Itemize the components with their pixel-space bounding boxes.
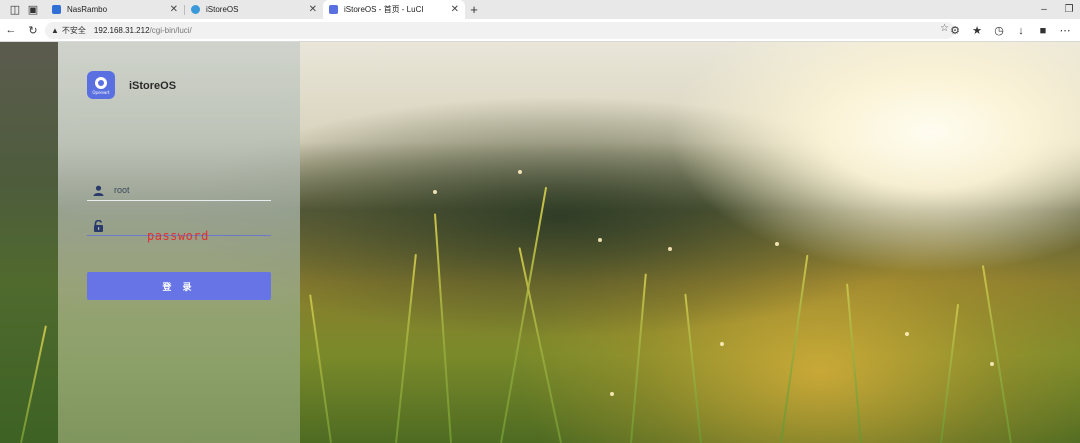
tab-favicon-icon [52, 5, 61, 14]
grass-blade [981, 265, 1012, 443]
close-tab-icon[interactable]: ✕ [309, 4, 317, 15]
grass-blade [780, 254, 809, 443]
background-left [0, 42, 58, 443]
tab-istoreos[interactable]: iStoreOS ✕ [185, 0, 323, 19]
username-value: root [114, 185, 130, 195]
tab-title: iStoreOS - 首页 - LuCI [344, 5, 424, 14]
tab-favicon-icon [329, 5, 338, 14]
grass-blade [395, 253, 417, 443]
grass-blade [940, 303, 960, 443]
username-underline [87, 200, 271, 201]
grass-blade [433, 213, 452, 443]
tab-luci[interactable]: iStoreOS - 首页 - LuCI ✕ [323, 0, 465, 19]
workspaces-icon[interactable]: ◫ [6, 0, 24, 19]
dew-drop [518, 170, 522, 174]
tab-nasrambo[interactable]: NasRambo ✕ [46, 0, 184, 19]
dew-drop [433, 190, 437, 194]
logo-text: Openwrt [92, 90, 110, 95]
tab-favicon-icon [191, 5, 200, 14]
close-tab-icon[interactable]: ✕ [170, 4, 178, 15]
new-tab-icon[interactable]: + [465, 2, 483, 17]
dew-drop [668, 247, 672, 251]
page-background: Openwrt iStoreOS root password 登 录 [0, 42, 1080, 443]
password-annotation: password [147, 229, 209, 243]
extensions-icon[interactable]: ⚙ [944, 20, 966, 42]
grass-blade [500, 186, 548, 443]
close-tab-icon[interactable]: ✕ [451, 4, 459, 15]
security-label: 不安全 [61, 26, 86, 35]
restore-icon[interactable]: ❐ [1058, 0, 1080, 19]
username-field[interactable]: root [87, 181, 271, 201]
minimize-icon[interactable]: – [1033, 0, 1055, 19]
dew-drop [775, 242, 779, 246]
profile-icon[interactable]: ■ [1032, 20, 1054, 42]
dew-drop [990, 362, 994, 366]
grass-blade [846, 283, 862, 443]
url-path: /cgi-bin/luci/ [149, 26, 192, 35]
openwrt-logo: Openwrt [87, 71, 115, 99]
warning-icon: ▲ [51, 26, 59, 35]
tab-title: iStoreOS [206, 5, 239, 14]
favorites-icon[interactable]: ★ [966, 20, 988, 42]
downloads-icon[interactable]: ↓ [1010, 20, 1032, 42]
grass-blade [630, 273, 647, 443]
login-button[interactable]: 登 录 [87, 272, 271, 300]
dew-drop [905, 332, 909, 336]
grass-blade [309, 294, 332, 443]
dew-drop [610, 392, 614, 396]
toolbar-right: ⚙ ★ ◷ ↓ ■ ⋯ [944, 19, 1076, 42]
more-menu-icon[interactable]: ⋯ [1054, 20, 1076, 42]
brand-name: iStoreOS [129, 80, 177, 92]
dew-drop [598, 238, 602, 242]
address-bar[interactable]: ▲ 不安全 192.168.31.212/cgi-bin/luci/ ☆ [45, 22, 955, 39]
grass-blade [684, 293, 702, 443]
refresh-icon[interactable]: ↻ [22, 19, 44, 41]
browser-toolbar: ← ↻ ▲ 不安全 192.168.31.212/cgi-bin/luci/ ☆… [0, 19, 1080, 42]
grass-blade [518, 247, 562, 443]
history-icon[interactable]: ◷ [988, 20, 1010, 42]
lock-icon [93, 219, 104, 232]
url-host: 192.168.31.212 [93, 26, 150, 35]
tab-title: NasRambo [67, 5, 108, 14]
tab-strip: ◫ ▣ NasRambo ✕ iStoreOS ✕ iStoreOS - 首页 … [0, 0, 1080, 19]
user-icon [93, 185, 104, 197]
logo-ring-icon [95, 77, 107, 89]
dew-drop [720, 342, 724, 346]
tab-actions-icon[interactable]: ▣ [24, 0, 42, 19]
back-icon[interactable]: ← [0, 19, 22, 41]
